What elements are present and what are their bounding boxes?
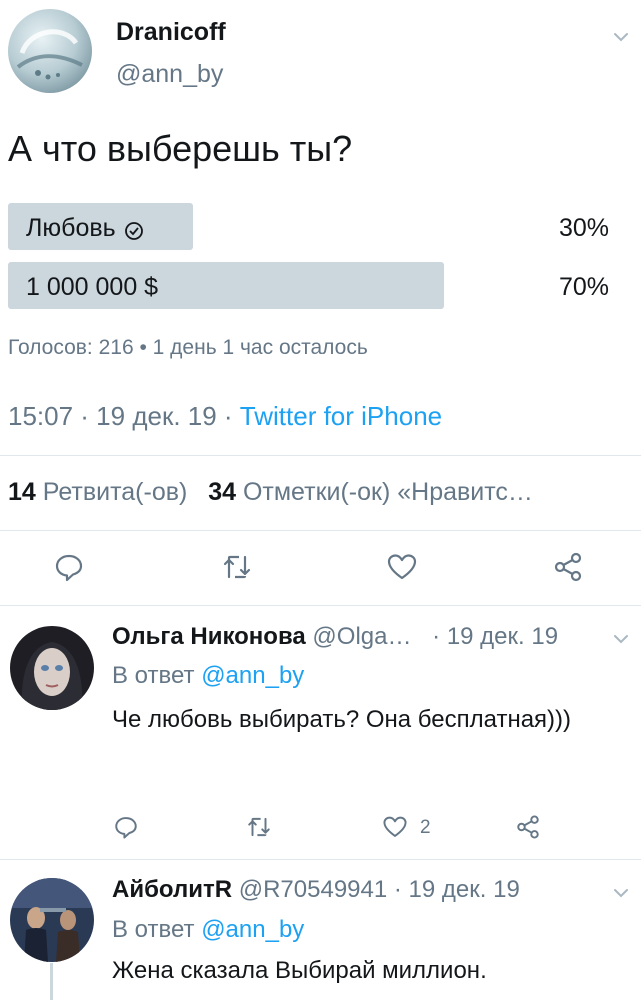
divider	[0, 859, 641, 860]
reply-icon[interactable]	[113, 814, 139, 840]
reply-context: В ответ @ann_by	[112, 916, 304, 944]
reply-author-handle[interactable]: @Olga…	[312, 623, 411, 650]
reply-context: В ответ @ann_by	[112, 662, 304, 690]
poll-option-label: Любовь	[26, 214, 116, 242]
like-count: 2	[420, 817, 431, 838]
chevron-down-icon[interactable]	[610, 628, 632, 650]
retweets-count: 14	[8, 478, 36, 506]
reply-text: Че любовь выбирать? Она бесплатная)))	[112, 706, 572, 733]
avatar[interactable]	[8, 9, 92, 93]
retweet-icon[interactable]	[221, 551, 253, 583]
reply-icon[interactable]	[53, 551, 85, 583]
poll-meta: Голосов: 216 • 1 день 1 час осталось	[8, 336, 368, 359]
likes-label: Отметки(-ок) «Нравитс…	[242, 478, 533, 506]
author-name[interactable]: Dranicoff	[116, 18, 226, 47]
reply-mention[interactable]: @ann_by	[201, 916, 304, 943]
tweet-stats: 14 Ретвита(-ов) 34 Отметки(-ок) «Нравитс…	[8, 478, 533, 507]
avatar[interactable]	[10, 878, 94, 962]
tweet-timestamp: 15:07 · 19 дек. 19 · Twitter for iPhone	[8, 401, 442, 432]
poll-option-2: 1 000 000 $	[26, 273, 158, 302]
reply-text: Жена сказала Выбирай миллион.	[112, 957, 487, 984]
reply-author-name[interactable]: Ольга Никонова	[112, 623, 306, 650]
poll-option-label: 1 000 000 $	[26, 273, 159, 301]
tweet-source-link[interactable]: Twitter for iPhone	[240, 401, 442, 431]
avatar-image	[10, 626, 94, 710]
share-icon[interactable]	[552, 551, 584, 583]
divider	[0, 455, 641, 456]
likes-stat[interactable]: 34 Отметки(-ок) «Нравитс…	[208, 478, 533, 506]
retweet-icon[interactable]	[246, 814, 272, 840]
chevron-down-icon[interactable]	[610, 26, 632, 48]
author-handle[interactable]: @ann_by	[116, 60, 223, 89]
share-icon[interactable]	[515, 814, 541, 840]
retweets-stat[interactable]: 14 Ретвита(-ов)	[8, 478, 187, 506]
reply-date: · 19 дек. 19	[393, 876, 520, 903]
reply-mention[interactable]: @ann_by	[201, 662, 304, 689]
avatar-image	[8, 9, 92, 93]
avatar[interactable]	[10, 626, 94, 710]
divider	[0, 530, 641, 531]
check-circle-icon	[124, 219, 144, 240]
poll-option-percent: 30%	[558, 214, 609, 242]
retweets-label: Ретвита(-ов)	[42, 478, 188, 506]
heart-icon[interactable]	[386, 551, 418, 583]
tweet-time: 15:07 · 19 дек. 19 ·	[8, 401, 240, 431]
chevron-down-icon[interactable]	[610, 882, 632, 904]
thread-line	[50, 963, 53, 1000]
reply-header: АйболитR @R70549941 · 19 дек. 19	[112, 876, 520, 904]
tweet-text: А что выберешь ты?	[8, 128, 353, 169]
avatar-image	[10, 878, 94, 962]
reply-author-name[interactable]: АйболитR	[112, 876, 232, 903]
reply-author-handle[interactable]: @R70549941	[239, 876, 387, 903]
heart-icon[interactable]	[382, 814, 408, 840]
likes-count: 34	[208, 478, 237, 506]
reply-prefix: В ответ	[112, 916, 202, 943]
poll-option-percent: 70%	[558, 273, 609, 301]
reply-header: Ольга Никонова @Olga… · 19 дек. 19	[112, 623, 558, 651]
divider	[0, 605, 641, 606]
reply-date: · 19 дек. 19	[432, 623, 559, 650]
poll-option-1: Любовь	[26, 214, 144, 243]
reply-prefix: В ответ	[112, 662, 202, 689]
